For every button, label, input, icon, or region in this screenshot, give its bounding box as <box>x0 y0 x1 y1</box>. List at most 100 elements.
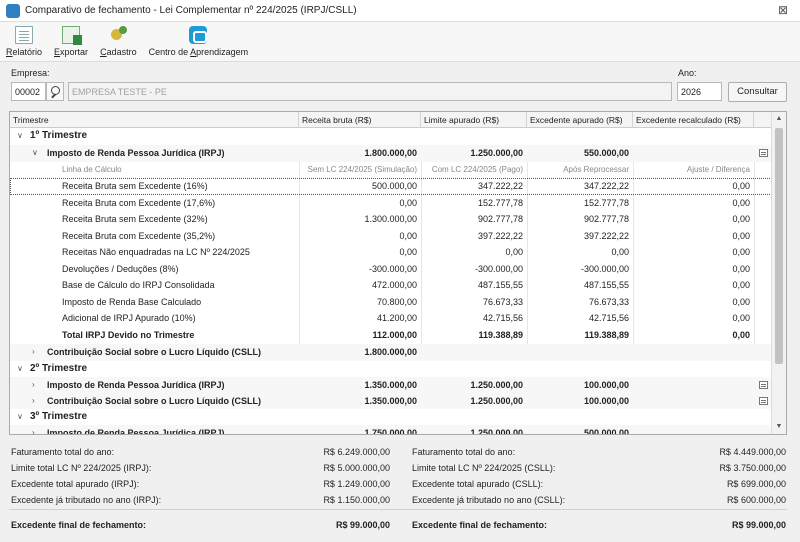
final-label-csll: Excedente final de fechamento: <box>412 520 548 530</box>
tax-row[interactable]: › Contribuição Social sobre o Lucro Líqu… <box>10 393 772 410</box>
summary-divider <box>9 509 787 510</box>
calc-header-sem: Sem LC 224/2025 (Simulação) <box>307 165 417 174</box>
calc-line-row[interactable]: Receitas Não enquadradas na LC Nº 224/20… <box>10 244 772 261</box>
tax-row[interactable]: › Imposto de Renda Pessoa Jurídica (IRPJ… <box>10 425 772 435</box>
chevron-down-icon[interactable]: ∨ <box>32 145 38 161</box>
chevron-right-icon[interactable]: › <box>32 344 35 360</box>
ajuste-value: 0,00 <box>732 230 750 241</box>
window-title: Comparativo de fechamento - Lei Compleme… <box>25 5 357 16</box>
calc-line-label: Total IRPJ Devido no Trimestre <box>62 329 195 340</box>
ano-field[interactable]: 2026 <box>677 82 722 101</box>
right-summary-value: R$ 600.000,00 <box>726 495 786 505</box>
empresa-code-field[interactable]: 00002 <box>11 82 46 101</box>
chevron-down-icon[interactable]: ∨ <box>17 128 23 144</box>
tax-label: Imposto de Renda Pessoa Jurídica (IRPJ) <box>47 148 225 158</box>
receita-value: 1.350.000,00 <box>364 396 417 406</box>
ajuste-value: 0,00 <box>732 296 750 307</box>
ajuste-value: 0,00 <box>732 247 750 257</box>
detail-icon[interactable] <box>759 381 768 389</box>
calc-line-row[interactable]: Imposto de Renda Base Calculado 70.800,00… <box>10 294 772 311</box>
calc-line-label: Receitas Não enquadradas na LC Nº 224/20… <box>62 247 250 257</box>
learning-center-icon <box>189 26 208 44</box>
tax-row[interactable]: › Contribuição Social sobre o Lucro Líqu… <box>10 344 772 361</box>
consultar-button[interactable]: Consultar <box>728 82 787 102</box>
tax-row[interactable]: ∨ Imposto de Renda Pessoa Jurídica (IRPJ… <box>10 145 772 162</box>
scroll-up-icon[interactable]: ▲ <box>772 112 786 126</box>
tax-row[interactable]: › Imposto de Renda Pessoa Jurídica (IRPJ… <box>10 377 772 394</box>
header-receita[interactable]: Receita bruta (R$) <box>299 112 421 128</box>
calc-line-label: Receita Bruta sem Excedente (32%) <box>62 214 208 224</box>
calc-line-row[interactable]: Total IRPJ Devido no Trimestre 112.000,00… <box>10 327 772 344</box>
quarter-row[interactable]: ∨ 3º Trimestre <box>10 409 772 426</box>
header-recalculado[interactable]: Excedente recalculado (R$) <box>633 112 754 128</box>
com-value: 487.155,55 <box>477 280 523 290</box>
receita-value: 1.350.000,00 <box>364 380 417 390</box>
com-value: -300.000,00 <box>474 263 523 274</box>
relatorio-button[interactable]: Relatório <box>6 26 42 61</box>
detail-icon[interactable] <box>759 397 768 405</box>
centro-aprendizagem-button[interactable]: Centro de Aprendizagem <box>149 26 248 61</box>
apos-value: 902.777,78 <box>583 214 629 224</box>
receita-value: 1.800.000,00 <box>364 148 417 158</box>
final-value-csll: R$ 99.000,00 <box>731 520 786 530</box>
exportar-button[interactable]: Exportar <box>54 26 88 61</box>
quarter-row[interactable]: ∨ 2º Trimestre <box>10 361 772 378</box>
ano-label: Ano: <box>678 68 697 78</box>
search-icon[interactable] <box>46 82 64 101</box>
report-icon <box>15 26 34 44</box>
cadastro-button[interactable]: Cadastro <box>100 26 137 61</box>
sem-value: -300.000,00 <box>368 263 417 274</box>
scroll-thumb[interactable] <box>775 128 783 364</box>
sem-value: 1.300.000,00 <box>364 214 417 224</box>
chevron-right-icon[interactable]: › <box>32 425 35 434</box>
title-bar: Comparativo de fechamento - Lei Compleme… <box>0 0 800 22</box>
quarter-label: 1º Trimestre <box>30 130 88 141</box>
calc-line-row[interactable]: Receita Bruta com Excedente (17,6%) 0,00 1… <box>10 195 772 212</box>
apos-value: 0,00 <box>611 247 629 257</box>
calc-header-apos: Após Reprocessar <box>563 165 629 174</box>
ajuste-value: 0,00 <box>732 214 750 224</box>
relatorio-label: Relatório <box>6 47 43 57</box>
grid-header: Trimestre Receita bruta (R$) Limite apur… <box>10 112 772 128</box>
ajuste-value: 0,00 <box>732 329 750 340</box>
left-summary-value: R$ 6.249.000,00 <box>323 447 390 457</box>
right-summary-label: Faturamento total do ano: <box>412 447 516 457</box>
ajuste-value: 0,00 <box>732 197 750 208</box>
gears-icon <box>109 26 128 44</box>
chevron-down-icon[interactable]: ∨ <box>17 409 23 425</box>
results-grid[interactable]: Trimestre Receita bruta (R$) Limite apur… <box>9 111 787 435</box>
calc-line-row[interactable]: Adicional de IRPJ Apurado (10%) 41.200,00… <box>10 310 772 327</box>
sem-value: 41.200,00 <box>376 313 417 323</box>
apos-value: 76.673,33 <box>588 296 629 307</box>
com-value: 42.715,56 <box>482 313 523 323</box>
calc-header-linha: Linha de Cálculo <box>62 165 122 174</box>
calc-line-label: Imposto de Renda Base Calculado <box>62 296 202 307</box>
final-value-irpj: R$ 99.000,00 <box>335 520 390 530</box>
header-trimestre[interactable]: Trimestre <box>10 112 299 128</box>
excedente-value: 100.000,00 <box>583 380 629 390</box>
calc-line-row[interactable]: Receita Bruta sem Excedente (32%) 1.300.0… <box>10 211 772 228</box>
header-excedente[interactable]: Excedente apurado (R$) <box>527 112 633 128</box>
chevron-right-icon[interactable]: › <box>32 377 35 393</box>
ajuste-value: 0,00 <box>732 181 750 191</box>
calc-header-ajuste: Ajuste / Diferença <box>686 165 750 174</box>
chevron-right-icon[interactable]: › <box>32 393 35 409</box>
calc-line-row[interactable]: Devoluções / Deduções (8%) -300.000,00 -30… <box>10 261 772 278</box>
calc-line-row[interactable]: Receita Bruta sem Excedente (16%) 500.000… <box>10 178 772 195</box>
quarter-row[interactable]: ∨ 1º Trimestre <box>10 128 772 145</box>
close-icon[interactable]: ⊠ <box>776 3 790 17</box>
right-summary-label: Excedente total apurado (CSLL): <box>412 479 544 489</box>
apos-value: 119.388,89 <box>584 329 629 340</box>
scroll-down-icon[interactable]: ▼ <box>772 420 786 434</box>
chevron-down-icon[interactable]: ∨ <box>17 361 23 377</box>
calc-line-row[interactable]: Base de Cálculo do IRPJ Consolidada 472.0… <box>10 277 772 294</box>
calc-line-row[interactable]: Receita Bruta com Excedente (35,2%) 0,00 3… <box>10 228 772 245</box>
left-summary-label: Faturamento total do ano: <box>11 447 115 457</box>
detail-icon[interactable] <box>759 149 768 157</box>
header-limite[interactable]: Limite apurado (R$) <box>421 112 527 128</box>
receita-value: 1.750.000,00 <box>364 428 417 435</box>
apos-value: 347.222,22 <box>583 181 629 191</box>
left-summary-value: R$ 5.000.000,00 <box>323 463 390 473</box>
right-summary-value: R$ 699.000,00 <box>726 479 786 489</box>
grid-scrollbar[interactable]: ▲ ▼ <box>771 112 786 434</box>
